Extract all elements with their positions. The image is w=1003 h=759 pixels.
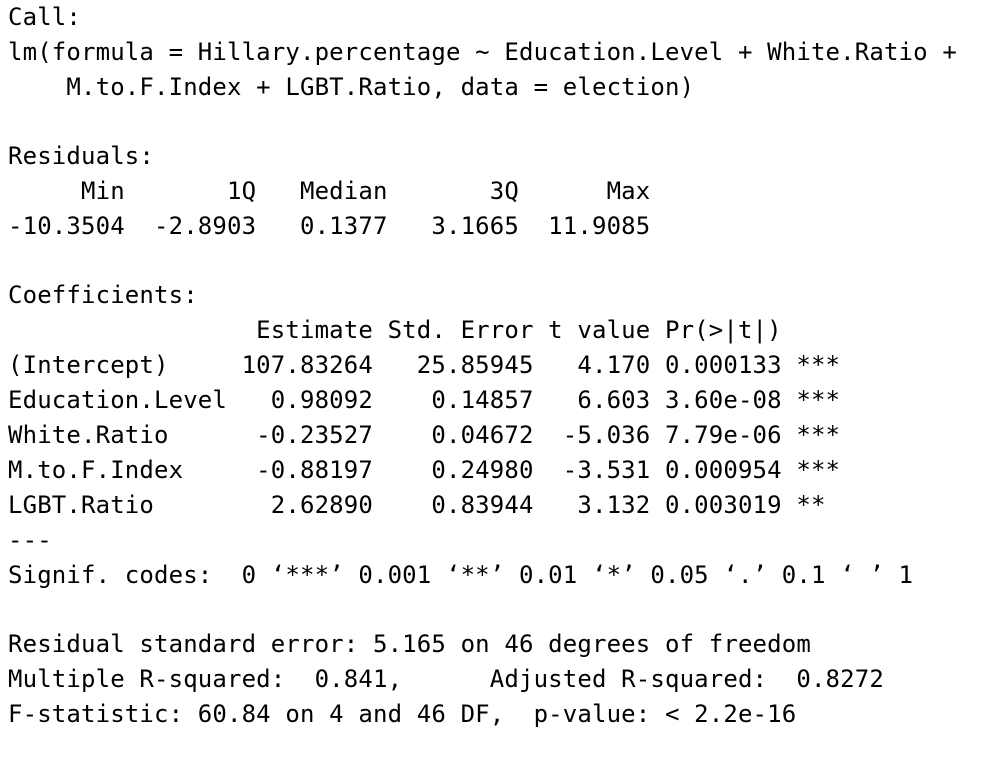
r-console-output: Call: lm(formula = Hillary.percentage ~ … — [8, 0, 957, 732]
residuals-values: -10.3504 -2.8903 0.1377 3.1665 11.9085 — [8, 212, 651, 240]
residuals-column-headers: Min 1Q Median 3Q Max — [8, 177, 651, 205]
coefficient-row-education-level: Education.Level 0.98092 0.14857 6.603 3.… — [8, 386, 841, 414]
separator-line: --- — [8, 526, 52, 554]
r-squared-line: Multiple R-squared: 0.841, Adjusted R-sq… — [8, 665, 899, 693]
residuals-header: Residuals: — [8, 142, 154, 170]
coefficient-row-intercept: (Intercept) 107.83264 25.85945 4.170 0.0… — [8, 351, 841, 379]
f-statistic-line: F-statistic: 60.84 on 4 and 46 DF, p-val… — [8, 700, 797, 728]
signif-codes: Signif. codes: 0 ‘***’ 0.001 ‘**’ 0.01 ‘… — [8, 561, 914, 589]
call-formula-line-1: lm(formula = Hillary.percentage ~ Educat… — [8, 38, 957, 66]
call-header: Call: — [8, 3, 81, 31]
coefficient-row-lgbt-ratio: LGBT.Ratio 2.62890 0.83944 3.132 0.00301… — [8, 491, 841, 519]
call-formula-line-2: M.to.F.Index + LGBT.Ratio, data = electi… — [8, 73, 695, 101]
coefficient-row-m-to-f-index: M.to.F.Index -0.88197 0.24980 -3.531 0.0… — [8, 456, 841, 484]
coefficients-header: Coefficients: — [8, 281, 198, 309]
coefficient-row-white-ratio: White.Ratio -0.23527 0.04672 -5.036 7.79… — [8, 421, 841, 449]
residual-standard-error: Residual standard error: 5.165 on 46 deg… — [8, 630, 811, 658]
coefficients-column-headers: Estimate Std. Error t value Pr(>|t|) — [8, 316, 841, 344]
